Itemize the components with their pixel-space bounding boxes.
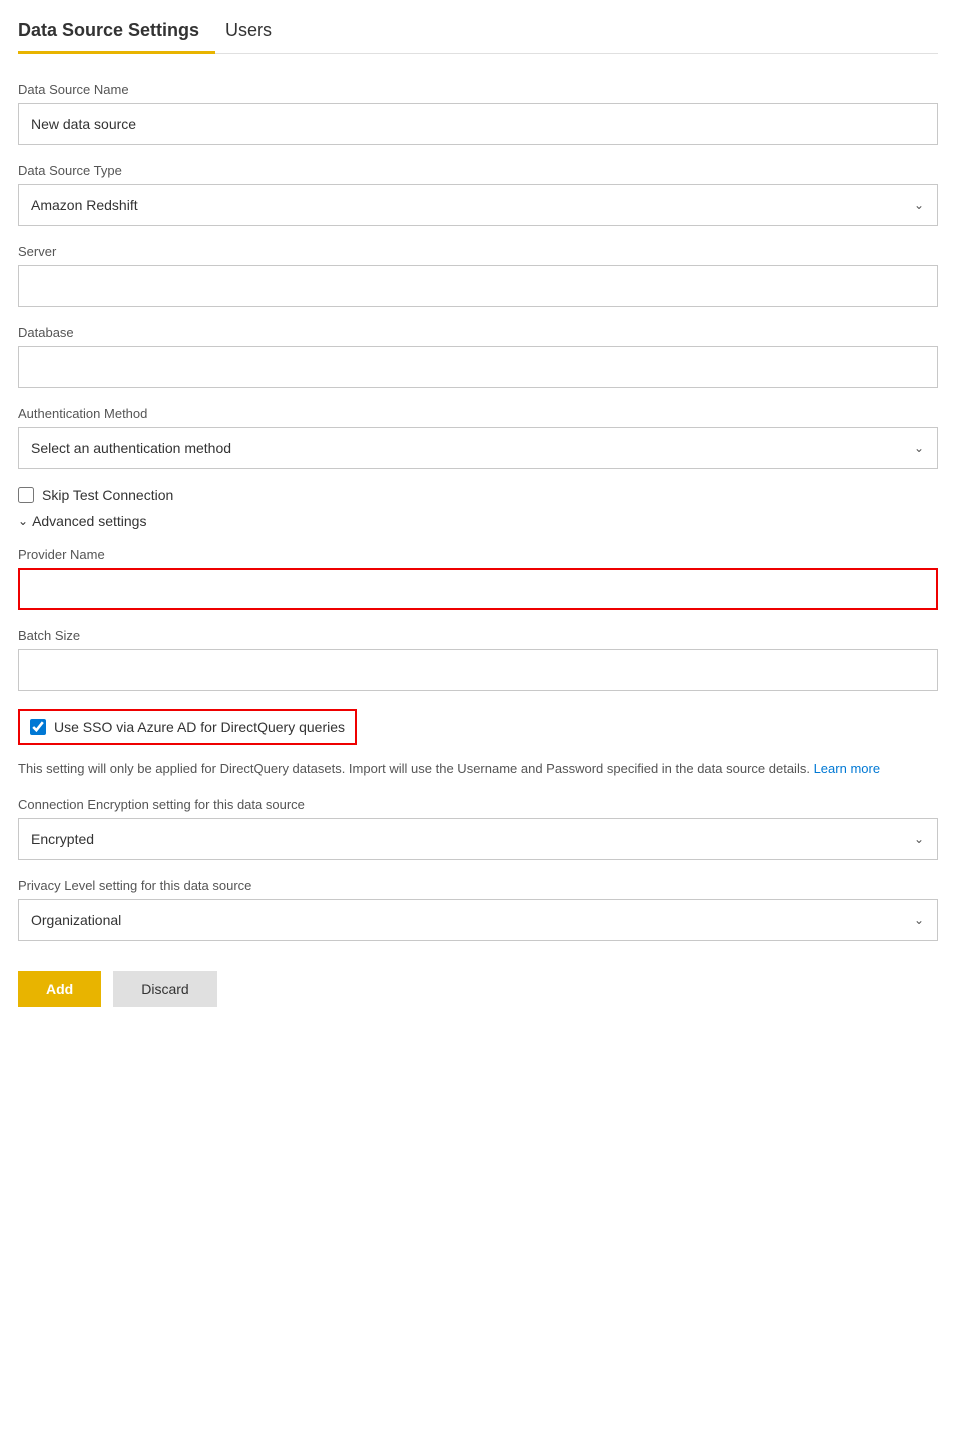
auth-method-section: Authentication Method Select an authenti… [18,406,938,469]
auth-method-label: Authentication Method [18,406,938,421]
action-button-row: Add Discard [18,971,938,1007]
auth-method-select[interactable]: Select an authentication method Basic Wi… [18,427,938,469]
database-label: Database [18,325,938,340]
data-source-type-label: Data Source Type [18,163,938,178]
batch-size-section: Batch Size [18,628,938,691]
data-source-type-section: Data Source Type Amazon Redshift SQL Ser… [18,163,938,226]
discard-button[interactable]: Discard [113,971,216,1007]
privacy-level-label: Privacy Level setting for this data sour… [18,878,938,893]
provider-name-label: Provider Name [18,547,938,562]
connection-encryption-wrapper: Encrypted Not Encrypted No Encryption Sp… [18,818,938,860]
batch-size-input[interactable] [18,649,938,691]
privacy-level-wrapper: Organizational Private Public None ⌄ [18,899,938,941]
data-source-name-input[interactable] [18,103,938,145]
skip-test-connection-label[interactable]: Skip Test Connection [42,487,173,503]
tab-users[interactable]: Users [225,10,288,53]
advanced-settings-chevron-icon: ⌄ [18,514,28,528]
data-source-name-label: Data Source Name [18,82,938,97]
auth-method-wrapper: Select an authentication method Basic Wi… [18,427,938,469]
sso-section-container: Use SSO via Azure AD for DirectQuery que… [18,709,938,779]
sso-checkbox-section: Use SSO via Azure AD for DirectQuery que… [18,709,357,745]
privacy-level-section: Privacy Level setting for this data sour… [18,878,938,941]
data-source-name-section: Data Source Name [18,82,938,145]
add-button[interactable]: Add [18,971,101,1007]
batch-size-label: Batch Size [18,628,938,643]
connection-encryption-section: Connection Encryption setting for this d… [18,797,938,860]
data-source-type-wrapper: Amazon Redshift SQL Server MySQL Postgre… [18,184,938,226]
server-label: Server [18,244,938,259]
provider-name-input[interactable] [18,568,938,610]
database-section: Database [18,325,938,388]
sso-label[interactable]: Use SSO via Azure AD for DirectQuery que… [54,719,345,735]
server-input[interactable] [18,265,938,307]
tab-bar: Data Source Settings Users [18,0,938,54]
database-input[interactable] [18,346,938,388]
sso-checkbox[interactable] [30,719,46,735]
skip-test-connection-checkbox[interactable] [18,487,34,503]
data-source-type-select[interactable]: Amazon Redshift SQL Server MySQL Postgre… [18,184,938,226]
connection-encryption-label: Connection Encryption setting for this d… [18,797,938,812]
advanced-settings-toggle[interactable]: ⌄ Advanced settings [18,513,938,529]
learn-more-link[interactable]: Learn more [814,761,880,776]
page-container: Data Source Settings Users Data Source N… [0,0,956,1047]
sso-checkbox-row: Use SSO via Azure AD for DirectQuery que… [30,719,345,735]
provider-name-section: Provider Name [18,547,938,610]
sso-description: This setting will only be applied for Di… [18,759,898,779]
tab-data-source-settings[interactable]: Data Source Settings [18,10,215,53]
connection-encryption-select[interactable]: Encrypted Not Encrypted No Encryption Sp… [18,818,938,860]
privacy-level-select[interactable]: Organizational Private Public None [18,899,938,941]
skip-test-connection-row: Skip Test Connection [18,487,938,503]
server-section: Server [18,244,938,307]
